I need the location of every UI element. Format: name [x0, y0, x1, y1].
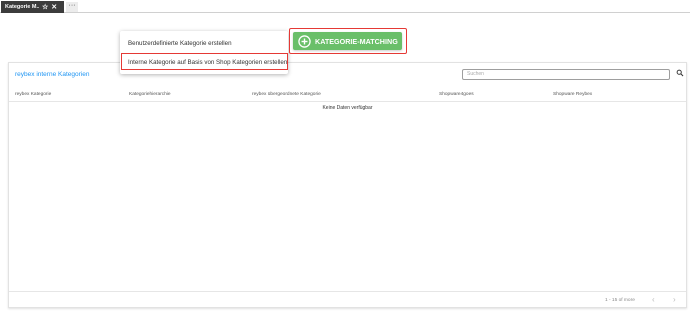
menu-item-custom-category[interactable]: Benutzerdefinierte Kategorie erstellen — [120, 35, 288, 52]
search-icon[interactable] — [676, 69, 684, 77]
column-header[interactable]: Shopware4goes — [439, 92, 474, 97]
column-header[interactable]: Shopware Reybex — [553, 92, 592, 97]
column-header[interactable]: reybex übergeordnete Kategorie — [252, 92, 321, 97]
card-title: reybex interne Kategorien — [15, 71, 90, 78]
create-category-menu: Benutzerdefinierte Kategorie erstellen I… — [120, 31, 288, 74]
next-page-button[interactable]: › — [673, 295, 676, 305]
table-footer: 1 - 15 of more ‹ › — [9, 291, 686, 308]
tab-label: Kategorie M... — [5, 4, 39, 10]
table-header: reybex Kategorie Kategoriehierarchie rey… — [9, 88, 686, 102]
pagination-range: 1 - 15 of more — [605, 298, 635, 303]
tab-kategorie-matching[interactable]: Kategorie M... ☆ ✕ — [1, 1, 64, 13]
search-input[interactable]: Suchen — [462, 69, 670, 80]
close-icon[interactable]: ✕ — [51, 4, 57, 11]
column-header[interactable]: reybex Kategorie — [15, 92, 51, 97]
add-circle-icon — [298, 34, 311, 48]
more-tabs-button[interactable]: ··· — [66, 2, 78, 12]
menu-item-shop-based-category[interactable]: Interne Kategorie auf Basis von Shop Kat… — [121, 53, 288, 70]
empty-state-text: Keine Daten verfügbar — [322, 105, 373, 111]
star-icon[interactable]: ☆ — [42, 4, 48, 11]
prev-page-button[interactable]: ‹ — [652, 295, 655, 305]
highlight-frame: KATEGORIE-MATCHING — [289, 28, 407, 54]
tab-bar: Kategorie M... ☆ ✕ ··· — [0, 0, 690, 13]
kategorie-matching-button[interactable]: KATEGORIE-MATCHING — [293, 32, 402, 50]
kategorie-matching-label: KATEGORIE-MATCHING — [315, 36, 398, 46]
categories-card: reybex interne Kategorien Suchen reybex … — [8, 62, 687, 308]
column-header[interactable]: Kategoriehierarchie — [129, 92, 171, 97]
